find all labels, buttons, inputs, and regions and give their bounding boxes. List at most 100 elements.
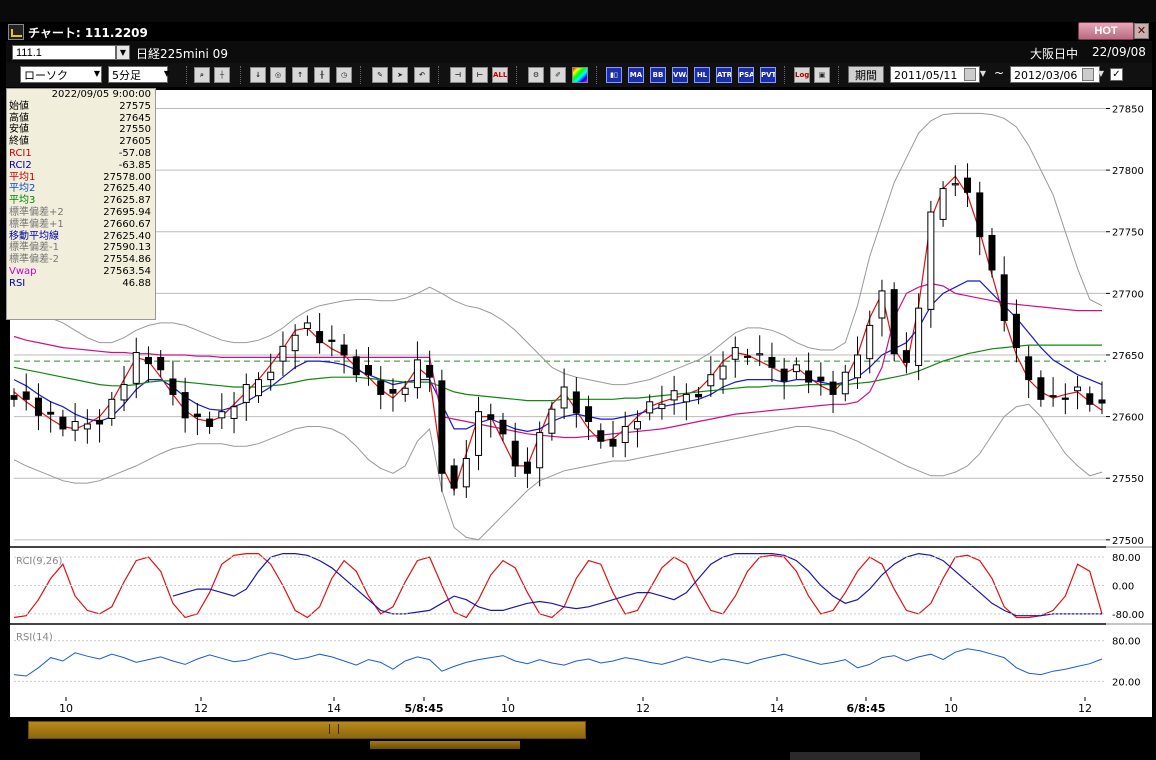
atr-button[interactable]: ATR xyxy=(716,67,732,83)
candle-body xyxy=(487,414,495,420)
chart-area[interactable]: 27500 27550 27600 27650 27700 27750 27800 27850… xyxy=(0,88,1156,718)
candle-body xyxy=(1086,393,1094,405)
date-from-dropdown-icon[interactable]: ▼ xyxy=(976,67,990,82)
time-tick-label: 10 xyxy=(944,702,958,715)
candle-body xyxy=(902,350,910,363)
all-button[interactable]: ALL xyxy=(492,67,508,83)
rsi-panel-label: RSI(14) xyxy=(16,632,53,643)
search-chart-icon[interactable]: ◎ xyxy=(270,67,286,83)
candle-body xyxy=(731,347,739,360)
calendar-from-icon[interactable] xyxy=(964,68,976,81)
undo-icon[interactable]: ↶ xyxy=(414,67,430,83)
info-label: 終値 xyxy=(9,136,29,148)
candle-body xyxy=(340,344,348,356)
rsi-tick-label: 80.00 xyxy=(1112,637,1141,648)
time-axis xyxy=(10,697,1152,717)
time-tick-label: 6/8:45 xyxy=(846,702,885,715)
chart-type-dropdown-icon[interactable]: ▼ xyxy=(90,67,104,82)
arrow-down-icon[interactable]: ↓ xyxy=(250,67,266,83)
hl-button[interactable]: HL xyxy=(694,67,710,83)
candle-body xyxy=(1000,274,1008,321)
candle-body xyxy=(34,397,42,416)
info-label: 標準偏差+1 xyxy=(9,218,64,230)
crosshair-icon[interactable]: ┼ xyxy=(214,67,230,83)
candle-body xyxy=(536,432,544,469)
log-button[interactable]: Log xyxy=(794,67,810,83)
candle-body xyxy=(805,370,813,383)
arrow-up-icon[interactable]: ↑ xyxy=(292,67,308,83)
toolbar-separator xyxy=(838,66,843,84)
scroll-grip-icon[interactable] xyxy=(329,724,339,734)
candle-body xyxy=(976,192,984,238)
candle-body xyxy=(780,368,788,382)
candle-body xyxy=(59,416,67,430)
ma-button[interactable]: MA xyxy=(628,67,644,83)
market-name: 大阪日中 xyxy=(1030,47,1079,61)
time-tick-label: 12 xyxy=(1078,702,1092,715)
info-value: 27590.13 xyxy=(103,242,151,254)
candle-indicator-icon[interactable]: ▮▯ xyxy=(606,67,622,83)
candle-body xyxy=(646,401,654,414)
price-tick-label: 27750 xyxy=(1112,228,1144,239)
period-button[interactable]: 期間 xyxy=(848,66,884,83)
candle-body xyxy=(328,339,336,342)
vwap-button[interactable]: VWAP xyxy=(672,67,688,83)
candle-body xyxy=(841,371,849,395)
date-to-dropdown-icon[interactable]: ▼ xyxy=(1094,67,1108,82)
candle-body xyxy=(426,364,434,378)
info-row: 移動平均線 27625.40 xyxy=(7,231,155,243)
pvt-button[interactable]: PVT xyxy=(760,67,776,83)
info-datetime: 2022/09/05 9:00:00 xyxy=(51,89,151,100)
range-checkbox[interactable]: ✓ xyxy=(1110,68,1123,81)
candle-body xyxy=(792,364,800,373)
psar-button[interactable]: PSAR xyxy=(738,67,754,83)
pointer-icon[interactable]: ➤ xyxy=(392,67,408,83)
info-row: RSI 46.88 xyxy=(7,278,155,290)
candle-right-icon[interactable]: ⊢ xyxy=(472,67,488,83)
info-row: RCI2 -63.85 xyxy=(7,160,155,172)
code-input[interactable]: 111.1 xyxy=(12,45,116,60)
hot-button[interactable]: HOT xyxy=(1078,22,1134,40)
time-tick-label: 5/8:45 xyxy=(404,702,443,715)
candle-body xyxy=(267,371,275,381)
info-value: 27575 xyxy=(119,100,151,112)
color-brush-icon[interactable]: ✐ xyxy=(550,67,566,83)
settings-icon[interactable]: ⚙ xyxy=(528,67,544,83)
candle-body xyxy=(682,393,690,403)
info-label: 安値 xyxy=(9,124,29,136)
code-dropdown-icon[interactable]: ▼ xyxy=(116,45,130,60)
export-icon[interactable]: ▣ xyxy=(814,67,830,83)
info-label: 平均1 xyxy=(9,171,36,183)
info-value: -57.08 xyxy=(118,147,151,159)
candle-body xyxy=(939,188,947,220)
rci-tick-label: -80.00 xyxy=(1112,610,1144,621)
time-tick-label: 10 xyxy=(59,702,73,715)
calendar-to-icon[interactable] xyxy=(1082,68,1094,81)
candle-body xyxy=(218,411,226,419)
candle-body xyxy=(71,421,79,431)
toolbar-separator xyxy=(516,66,521,84)
period-dropdown-icon[interactable]: ▼ xyxy=(160,67,174,82)
pencil-icon[interactable]: ✎ xyxy=(372,67,388,83)
candle-body xyxy=(743,355,751,358)
candle-body xyxy=(707,374,715,387)
clock-icon[interactable]: ◷ xyxy=(336,67,352,83)
scroll-thumb[interactable] xyxy=(28,721,586,739)
candle-left-icon[interactable]: ⊣ xyxy=(450,67,466,83)
candle-body xyxy=(988,234,996,271)
zoom-icon[interactable]: ⌕ xyxy=(194,67,210,83)
bb-button[interactable]: BB xyxy=(650,67,666,83)
candle-body xyxy=(10,395,18,400)
title-bar xyxy=(0,22,1156,40)
palette-icon[interactable] xyxy=(572,67,588,83)
info-label: 標準偏差+2 xyxy=(9,206,64,218)
close-icon[interactable]: ✕ xyxy=(1134,23,1149,39)
candle-body xyxy=(890,289,898,355)
scroll-overview-dark xyxy=(790,752,920,760)
top-strip xyxy=(0,0,1156,22)
candle-body xyxy=(597,430,605,442)
candle-body xyxy=(462,457,470,488)
candle-body xyxy=(927,211,935,310)
candle-compare-icon[interactable]: ╫ xyxy=(314,67,330,83)
period-select[interactable]: 5分足 xyxy=(108,66,168,83)
